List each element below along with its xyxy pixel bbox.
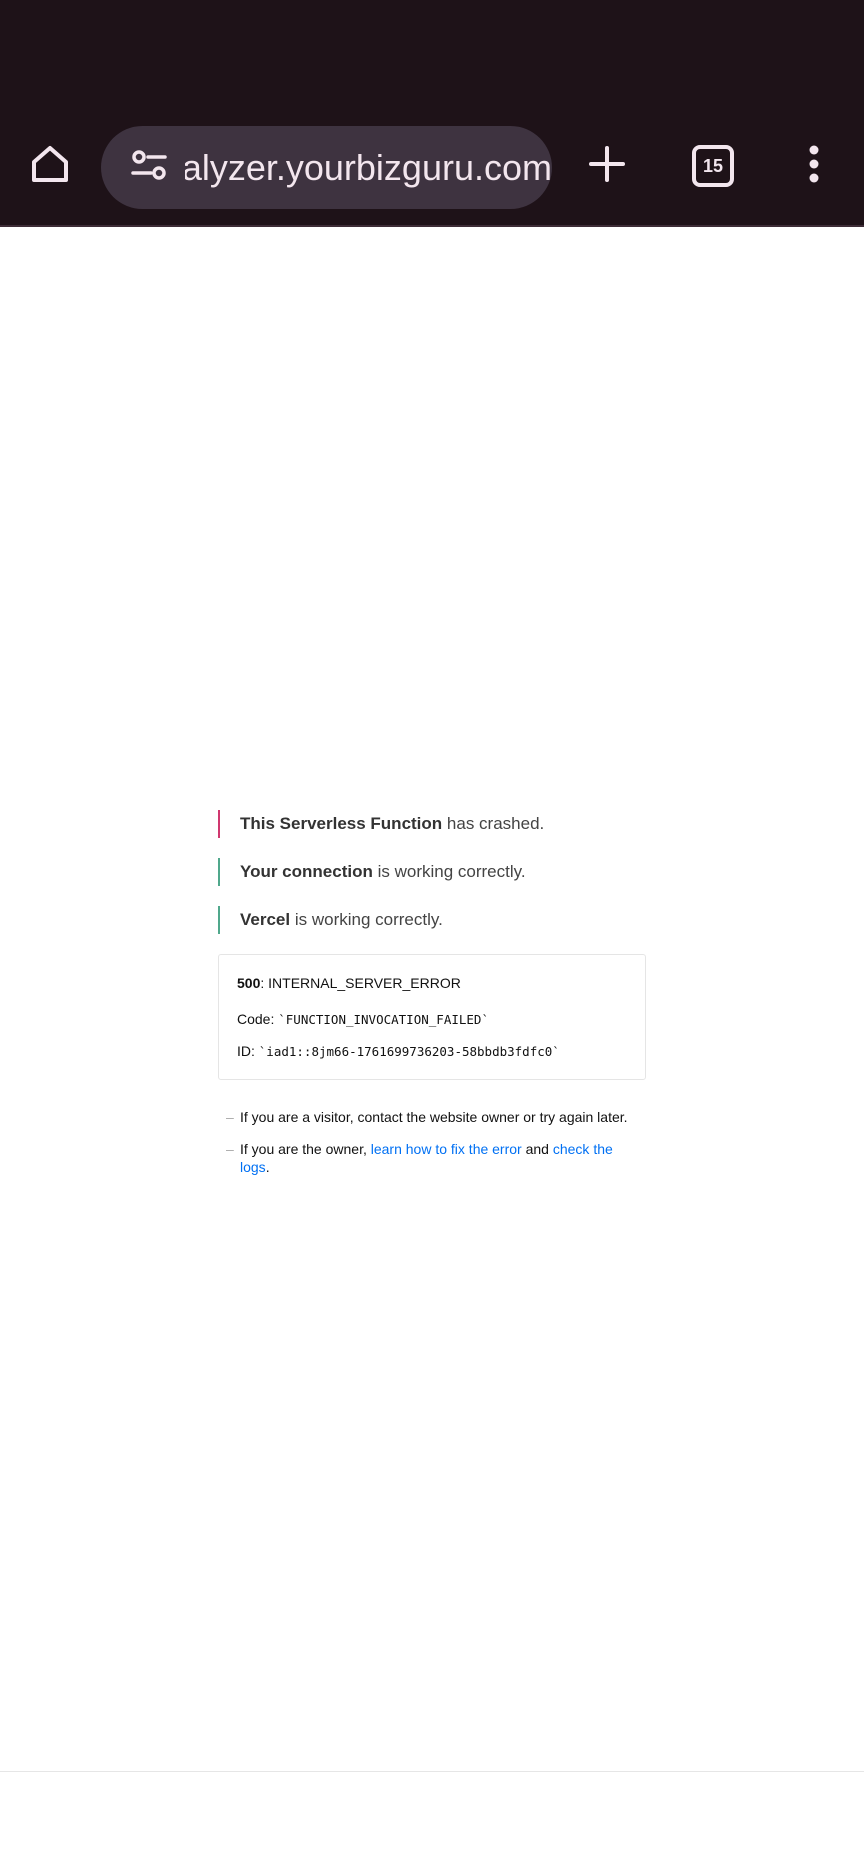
more-menu-button[interactable] — [782, 134, 846, 198]
owner-note: – If you are the owner, learn how to fix… — [218, 1140, 646, 1176]
dash-icon: – — [226, 1141, 234, 1157]
tab-switcher-button[interactable]: 15 — [681, 134, 745, 198]
site-settings-button[interactable] — [113, 126, 185, 209]
status-function-text: has crashed. — [442, 814, 545, 833]
status-vercel: Vercel is working correctly. — [218, 906, 646, 934]
visitor-note: – If you are a visitor, contact the webs… — [218, 1108, 646, 1126]
owner-note-and: and — [521, 1141, 553, 1157]
owner-note-prefix: If you are the owner, — [240, 1141, 371, 1157]
home-icon — [28, 142, 72, 191]
error-code-name: : INTERNAL_SERVER_ERROR — [260, 975, 461, 991]
status-function-label: This Serverless Function — [240, 814, 443, 833]
dash-icon: – — [226, 1109, 234, 1125]
url-text[interactable]: nalyzer.yourbizguru.com — [185, 147, 552, 189]
visitor-note-text: If you are a visitor, contact the websit… — [240, 1109, 628, 1125]
error-id-value: `iad1::8jm66-1761699736203-58bbdb3fdfc0` — [258, 1044, 560, 1059]
error-id-label: ID: — [237, 1043, 259, 1059]
status-connection-label: Your connection — [240, 862, 373, 881]
error-id-row: ID: `iad1::8jm66-1761699736203-58bbdb3fd… — [237, 1043, 627, 1059]
status-connection: Your connection is working correctly. — [218, 858, 646, 886]
status-vercel-label: Vercel — [240, 910, 291, 929]
new-tab-button[interactable] — [575, 134, 639, 198]
error-page: This Serverless Function has crashed. Yo… — [218, 810, 646, 1190]
site-settings-icon — [131, 149, 167, 186]
status-vercel-text: is working correctly. — [290, 910, 443, 929]
error-code-label: Code: — [237, 1011, 279, 1027]
status-function: This Serverless Function has crashed. — [218, 810, 646, 838]
fix-error-link[interactable]: learn how to fix the error — [371, 1141, 522, 1157]
error-code-value: `FUNCTION_INVOCATION_FAILED` — [278, 1012, 489, 1027]
owner-note-suffix: . — [265, 1159, 270, 1175]
error-code-row: Code: `FUNCTION_INVOCATION_FAILED` — [237, 1011, 627, 1027]
error-code-number: 500 — [237, 975, 261, 991]
error-headline: 500: INTERNAL_SERVER_ERROR — [237, 975, 627, 991]
error-details-box: 500: INTERNAL_SERVER_ERROR Code: `FUNCTI… — [218, 954, 646, 1080]
browser-toolbar: nalyzer.yourbizguru.com 15 — [0, 0, 864, 227]
status-connection-text: is working correctly. — [372, 862, 526, 881]
tab-count: 15 — [702, 155, 724, 176]
status-bar-green — [218, 858, 220, 886]
bottom-divider — [0, 1771, 864, 1772]
status-bar-red — [218, 810, 220, 838]
plus-icon — [587, 144, 627, 189]
home-button[interactable] — [18, 134, 82, 198]
status-bar-green — [218, 906, 220, 934]
tab-switcher-icon: 15 — [692, 145, 734, 187]
more-vert-icon — [808, 144, 820, 189]
address-bar[interactable]: nalyzer.yourbizguru.com — [101, 126, 552, 209]
help-notes: – If you are a visitor, contact the webs… — [218, 1108, 646, 1176]
